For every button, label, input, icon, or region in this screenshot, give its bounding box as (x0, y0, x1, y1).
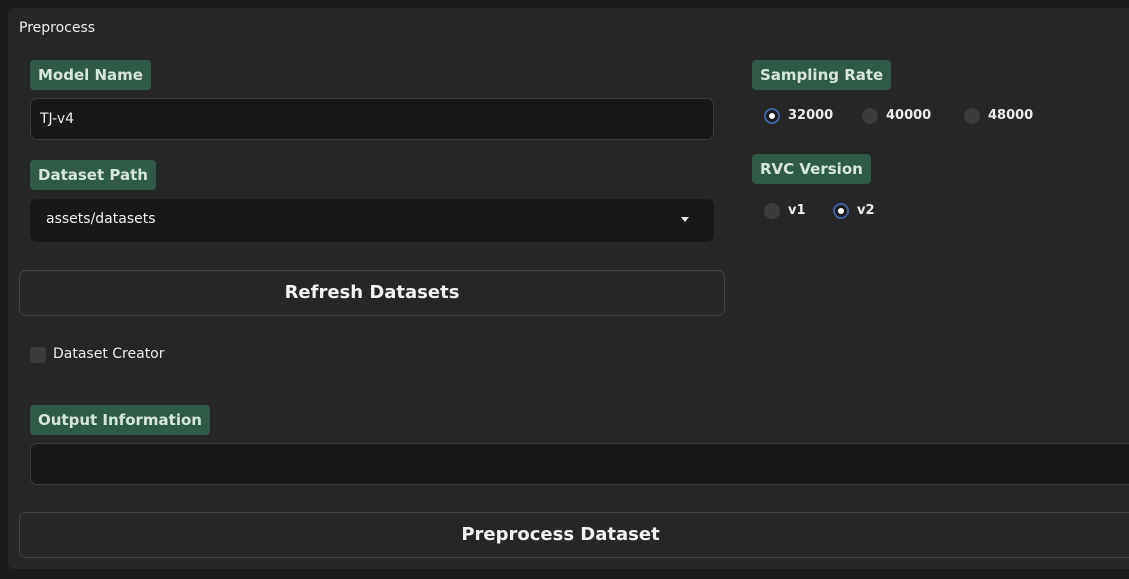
radio-unselected-icon[interactable] (764, 203, 780, 219)
sampling-rate-label: Sampling Rate (752, 60, 892, 90)
dataset-path-value: assets/datasets (46, 211, 156, 227)
radio-unselected-icon[interactable] (964, 108, 980, 124)
sampling-rate-option-label: 40000 (886, 108, 932, 123)
rvc-version-option-label: v2 (857, 203, 875, 218)
sampling-rate-radio-group: 32000 40000 48000 (764, 106, 1064, 126)
section-title: Preprocess (19, 20, 96, 36)
sampling-rate-option-label: 48000 (988, 108, 1034, 123)
radio-selected-icon[interactable] (833, 203, 849, 219)
rvc-version-radio-group: v1 v2 (764, 201, 964, 221)
dataset-path-label: Dataset Path (30, 160, 156, 190)
radio-selected-icon[interactable] (764, 108, 780, 124)
output-information-input[interactable] (31, 444, 1129, 484)
output-information-label: Output Information (30, 405, 210, 435)
preprocess-dataset-button[interactable]: Preprocess Dataset (19, 512, 1129, 558)
rvc-version-label: RVC Version (752, 154, 871, 184)
sampling-rate-option-label: 32000 (788, 108, 834, 123)
output-information-field[interactable] (30, 443, 1129, 485)
dataset-creator-checkbox[interactable] (30, 347, 46, 363)
chevron-down-icon[interactable] (681, 217, 689, 222)
radio-unselected-icon[interactable] (862, 108, 878, 124)
dataset-path-dropdown[interactable]: assets/datasets (30, 199, 714, 242)
model-name-label: Model Name (30, 60, 151, 90)
model-name-input[interactable] (31, 99, 713, 139)
model-name-field[interactable] (30, 98, 714, 140)
refresh-datasets-button[interactable]: Refresh Datasets (19, 270, 725, 316)
dataset-creator-label: Dataset Creator (53, 346, 165, 362)
rvc-version-option-label: v1 (788, 203, 806, 218)
